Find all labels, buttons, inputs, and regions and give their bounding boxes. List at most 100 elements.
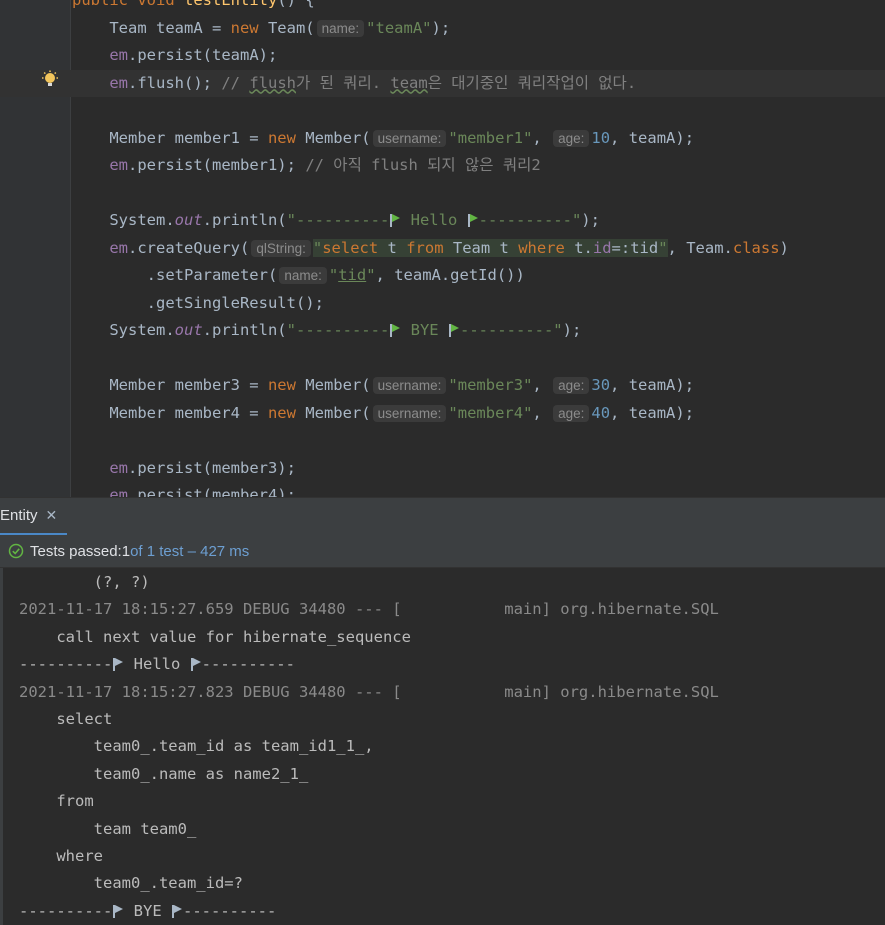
- code-line[interactable]: em.persist(member1); // 아직 flush 되지 않은 쿼…: [0, 152, 885, 179]
- code-line[interactable]: Member member4 = new Member(username: "me…: [0, 400, 885, 427]
- console-text: ----------: [201, 655, 295, 674]
- code-line[interactable]: em.persist(teamA);: [0, 42, 885, 69]
- code-token: BYE: [401, 321, 448, 339]
- code-line[interactable]: System.out.println("---------- Hello ---…: [0, 207, 885, 234]
- status-summary: of 1 test – 427 ms: [130, 542, 250, 560]
- code-token: ,: [532, 403, 552, 422]
- console-line: from: [19, 788, 93, 815]
- code-token: .persist(teamA);: [128, 46, 278, 64]
- code-token: Hello: [401, 211, 467, 229]
- code-line[interactable]: Member member3 = new Member(username: "me…: [0, 372, 885, 399]
- code-token: 40: [591, 403, 611, 422]
- code-token: .setParameter(: [72, 266, 278, 284]
- console-line: (?, ?): [19, 569, 150, 596]
- console-text: ----------: [183, 901, 277, 920]
- code-token: ----------": [459, 321, 563, 339]
- code-line[interactable]: em.flush(); // flush가 된 쿼리. team은 대기중인 쿼…: [0, 69, 885, 97]
- code-token: id: [592, 238, 612, 257]
- code-token: Member member4 =: [72, 403, 268, 422]
- parameter-hint: age:: [553, 377, 590, 394]
- code-token: ": [366, 266, 376, 284]
- console-text: select: [19, 710, 113, 728]
- code-token: Member member1 =: [72, 128, 268, 147]
- code-token: out: [174, 211, 203, 229]
- code-line[interactable]: [0, 97, 885, 124]
- code-token: void: [137, 0, 175, 9]
- code-token: out: [174, 321, 203, 339]
- code-token: flush: [249, 73, 296, 92]
- flag-icon: [113, 658, 124, 672]
- flag-icon: [390, 324, 401, 337]
- code-token: em: [109, 486, 128, 497]
- code-token: Team t: [443, 238, 519, 257]
- code-line-text: em.persist(member4);: [72, 482, 296, 497]
- parameter-hint: username:: [372, 129, 447, 147]
- console-line: ---------- BYE ----------: [19, 898, 276, 925]
- code-token: System.: [72, 321, 175, 339]
- console-text: Hello: [124, 655, 190, 674]
- code-line[interactable]: .setParameter(name: "tid", teamA.getId()): [0, 262, 885, 289]
- code-token: , teamA.getId()): [375, 266, 525, 284]
- code-line[interactable]: em.persist(member3);: [0, 455, 885, 482]
- console-line: call next value for hibernate_sequence: [19, 624, 411, 651]
- code-token: .persist(member4);: [128, 486, 296, 497]
- code-token: ": [328, 266, 339, 284]
- tab-entity-label: Entity: [0, 507, 38, 524]
- code-token: team: [390, 73, 428, 92]
- code-token: , Team.: [667, 238, 733, 257]
- code-token: .persist(member3);: [128, 458, 296, 477]
- code-line[interactable]: .getSingleResult();: [0, 290, 885, 317]
- code-line[interactable]: em.persist(member4);: [0, 482, 885, 497]
- code-token: "----------: [286, 211, 390, 229]
- code-line-text: public void testEntity() {: [72, 0, 315, 14]
- code-token: em: [109, 238, 128, 257]
- tab-entity[interactable]: Entity ✕: [0, 498, 68, 536]
- code-editor[interactable]: public void testEntity() { Team teamA = …: [0, 0, 885, 497]
- console-text: team0_.name as name2_1_: [19, 764, 309, 783]
- code-token: .getSingleResult();: [72, 293, 324, 312]
- parameter-hint: username:: [372, 377, 447, 394]
- code-line-text: System.out.println("---------- BYE -----…: [72, 317, 581, 344]
- code-line[interactable]: Member member1 = new Member(username: "me…: [0, 125, 885, 152]
- code-line[interactable]: [0, 180, 885, 207]
- code-token: Member member3 =: [72, 376, 268, 394]
- code-token: //: [221, 73, 250, 92]
- status-prefix: Tests passed:: [30, 542, 122, 560]
- lightbulb-icon[interactable]: [40, 70, 60, 90]
- close-icon[interactable]: ✕: [46, 507, 58, 524]
- code-token: ": [658, 238, 668, 257]
- console-line: select: [19, 706, 112, 733]
- code-line-text: em.persist(member1); // 아직 flush 되지 않은 쿼…: [72, 152, 540, 179]
- code-line[interactable]: Team teamA = new Team(name: "teamA");: [0, 15, 885, 42]
- code-line[interactable]: System.out.println("---------- BYE -----…: [0, 317, 885, 344]
- code-token: where: [518, 238, 565, 257]
- flag-icon: [172, 904, 182, 918]
- code-token: "----------: [286, 321, 390, 339]
- console-text: team0_.team_id=?: [19, 874, 243, 893]
- code-line[interactable]: public void testEntity() {: [0, 0, 885, 14]
- console-line: team0_.team_id=?: [19, 870, 243, 897]
- code-token: select: [322, 238, 379, 257]
- code-token: () {: [277, 0, 315, 9]
- console-text: where: [19, 847, 103, 865]
- code-line[interactable]: em.createQuery(qlString: "select t from T…: [0, 235, 885, 262]
- code-token: "member4": [448, 403, 533, 422]
- parameter-hint: age:: [553, 129, 590, 147]
- code-token: Member(: [295, 376, 371, 394]
- check-circle-icon: [8, 543, 24, 559]
- code-token: em: [109, 458, 128, 477]
- parameter-hint: name:: [316, 19, 365, 37]
- console-line: team0_.name as name2_1_: [19, 761, 309, 788]
- code-token: Member(: [295, 403, 371, 422]
- console-output[interactable]: (?, ?) 2021-11-17 18:15:27.659 DEBUG 3448…: [0, 568, 885, 925]
- console-line: where: [19, 843, 103, 870]
- code-token: "teamA": [366, 18, 432, 37]
- code-line[interactable]: [0, 427, 885, 454]
- code-token: ,: [532, 128, 552, 147]
- console-text: team team0_: [19, 819, 197, 838]
- test-status-bar: Tests passed: 1 of 1 test – 427 ms: [0, 535, 885, 568]
- code-line[interactable]: [0, 345, 885, 372]
